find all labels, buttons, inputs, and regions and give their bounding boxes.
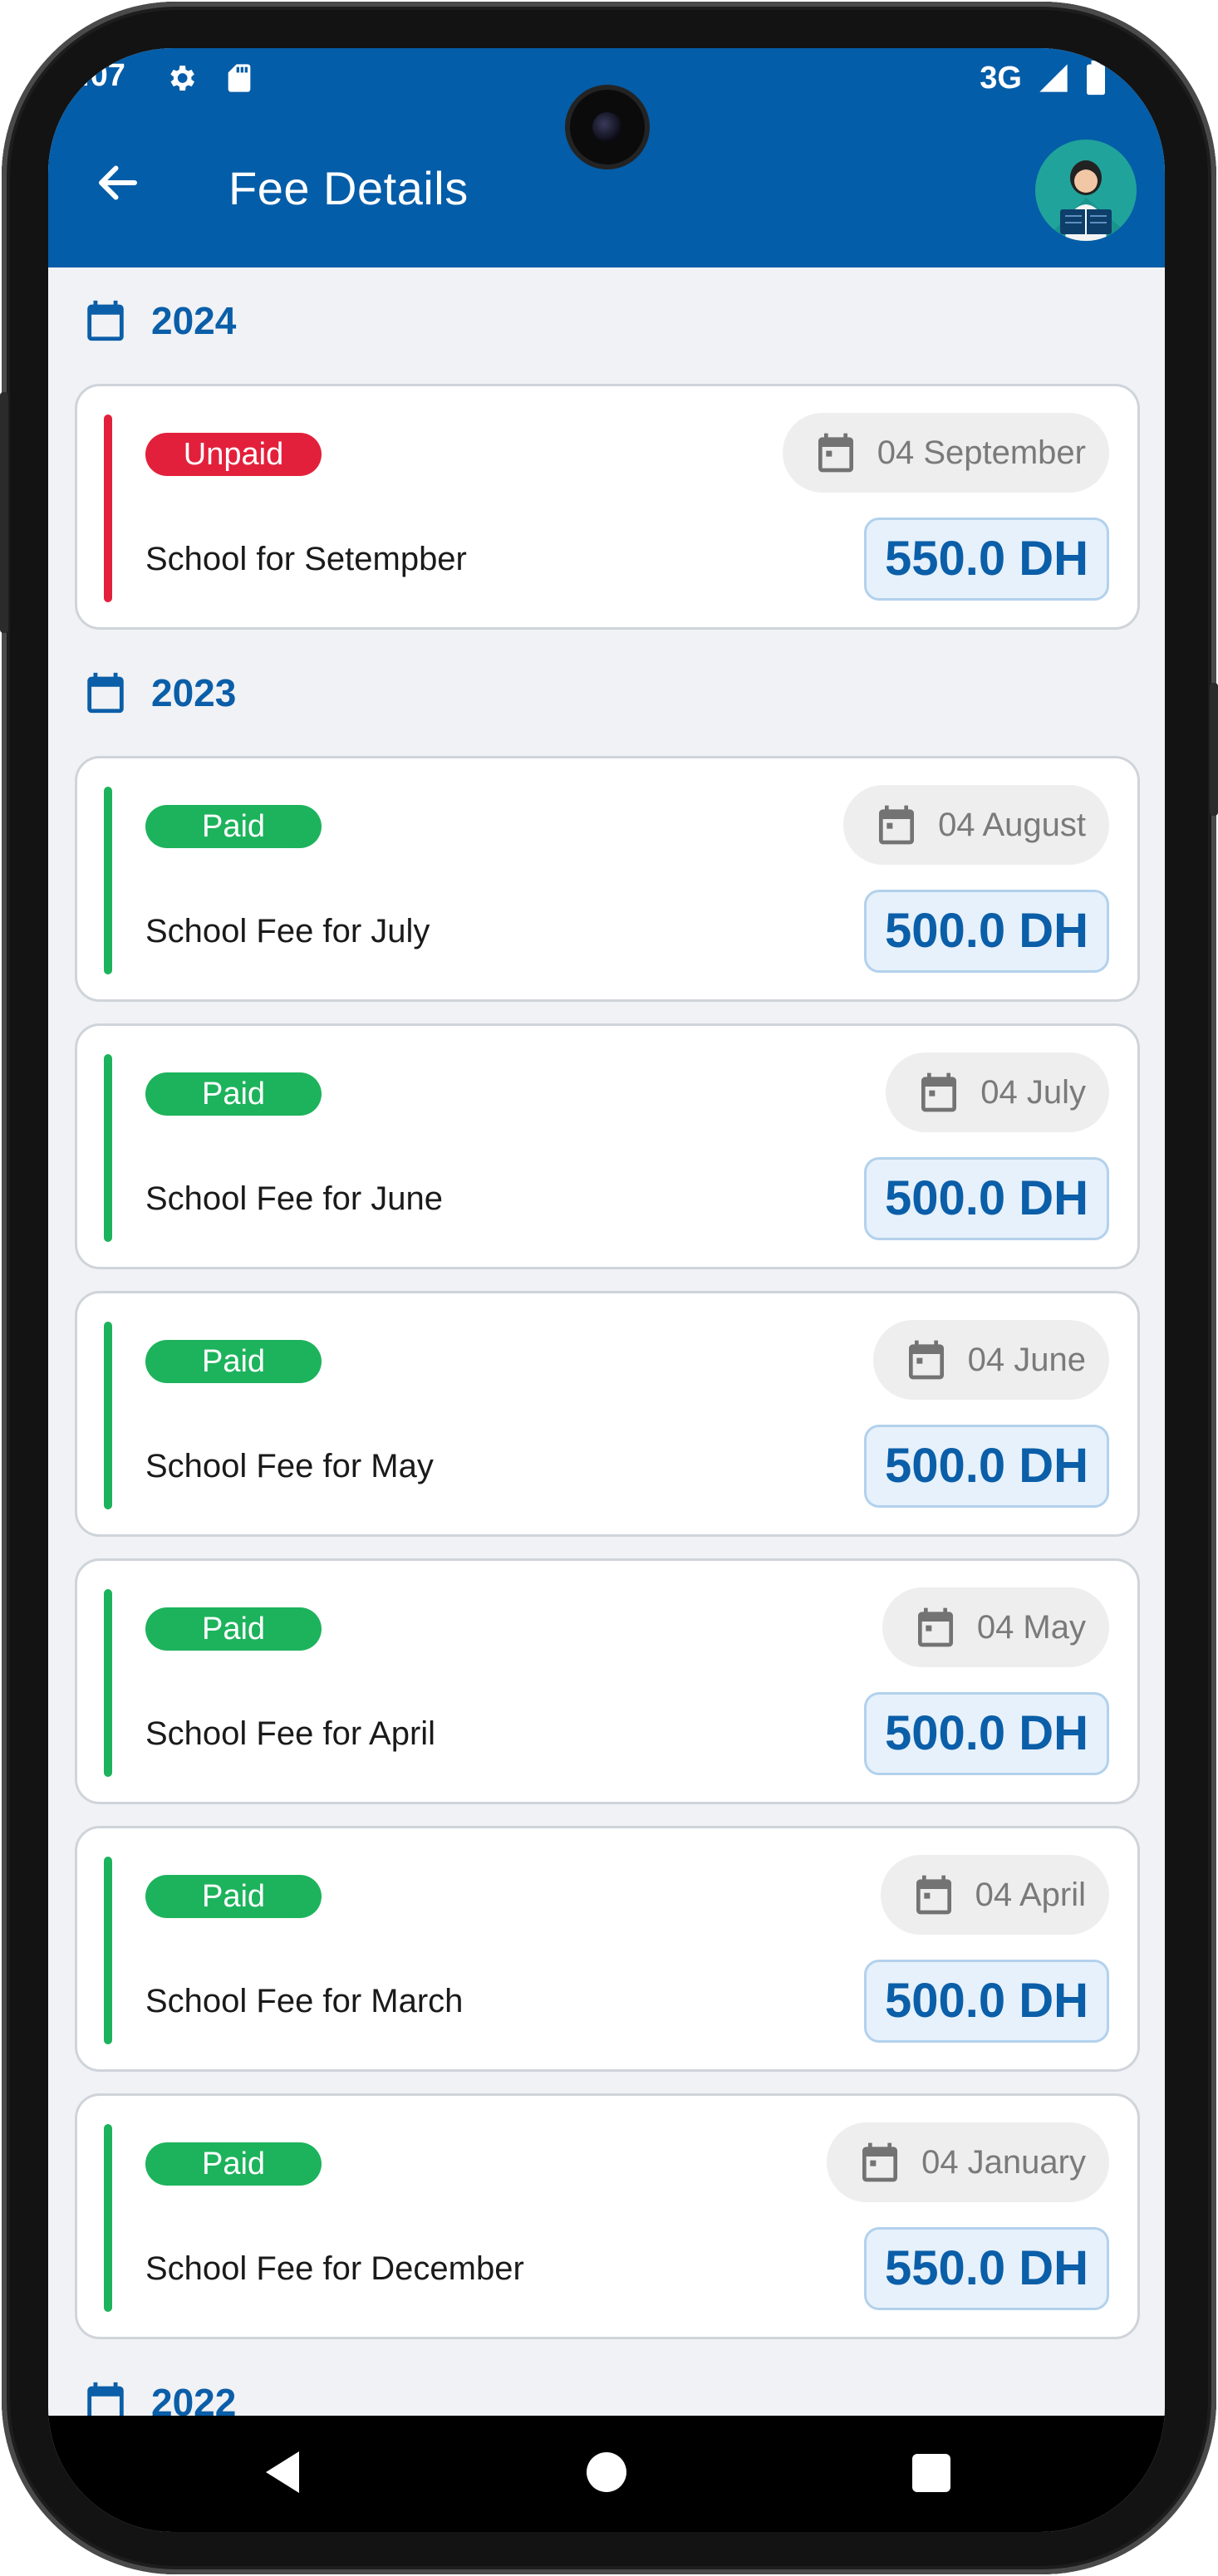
status-bar-indicator (104, 1589, 112, 1777)
network-type: 3G (980, 60, 1022, 96)
fee-amount: 500.0 DH (863, 1692, 1109, 1775)
app-bar: :07 3G Fee Details (48, 48, 1165, 267)
sd-card-icon (228, 64, 251, 92)
status-badge: Paid (145, 1607, 322, 1651)
calendar-icon (916, 1875, 951, 1915)
calendar-icon (917, 1607, 953, 1647)
status-time: :07 (80, 58, 125, 93)
page-title: Fee Details (228, 162, 469, 214)
fee-card[interactable]: Paid 04 May School Fee for April 500.0 D… (75, 1558, 1140, 1804)
date-chip: 04 January (827, 2122, 1109, 2202)
fee-amount: 500.0 DH (863, 1960, 1109, 2043)
status-right: 3G (980, 60, 1107, 96)
calendar-icon (908, 1340, 944, 1380)
date-chip: 04 August (843, 785, 1109, 865)
fee-amount: 500.0 DH (863, 1425, 1109, 1508)
calendar-icon (862, 2142, 898, 2182)
date-text: 04 April (975, 1876, 1086, 1913)
date-chip: 04 April (880, 1855, 1109, 1935)
avatar-icon[interactable] (1035, 140, 1137, 241)
avatar-illustration (1044, 160, 1137, 241)
fee-description: School Fee for June (145, 1180, 443, 1217)
fee-description: School Fee for March (145, 1983, 464, 2019)
fee-amount: 500.0 DH (863, 1157, 1109, 1240)
fee-card[interactable]: Paid 04 July School Fee for June 500.0 D… (75, 1023, 1140, 1269)
date-text: 04 August (938, 806, 1086, 843)
status-badge: Paid (145, 1340, 322, 1383)
fee-description: School Fee for July (145, 913, 430, 949)
settings-icon (170, 66, 194, 91)
status-bar-indicator (104, 415, 112, 602)
status-bar-indicator (104, 1322, 112, 1509)
calendar-icon (87, 672, 124, 714)
calendar-icon (818, 433, 853, 473)
nav-back-icon[interactable] (258, 2446, 307, 2499)
date-chip: 04 May (882, 1587, 1109, 1667)
volume-button (0, 392, 8, 633)
fee-description: School Fee for April (145, 1715, 436, 1752)
fee-card[interactable]: Unpaid 04 September School for Setempber… (75, 384, 1140, 630)
date-chip: 04 September (782, 413, 1109, 493)
status-badge: Unpaid (145, 433, 322, 476)
signal-icon (1039, 64, 1068, 92)
fee-card[interactable]: Paid 04 August School Fee for July 500.0… (75, 756, 1140, 1002)
nav-home-icon[interactable] (587, 2452, 626, 2492)
calendar-icon (879, 805, 915, 845)
screen: :07 3G Fee Details 2024 Unpaid 04 Septem… (48, 48, 1165, 2532)
year-header-2023: 2023 (81, 660, 236, 726)
phone-frame: :07 3G Fee Details 2024 Unpaid 04 Septem… (0, 2, 1218, 2574)
power-button (1210, 683, 1218, 816)
fee-amount: 550.0 DH (863, 518, 1109, 601)
fee-card[interactable]: Paid 04 June School Fee for May 500.0 DH (75, 1291, 1140, 1537)
battery-icon (1087, 60, 1105, 96)
front-camera (570, 90, 645, 164)
date-text: 04 July (980, 1073, 1086, 1111)
status-bar-indicator (104, 2124, 112, 2312)
year-label: 2023 (151, 671, 237, 714)
system-nav-bar (48, 2416, 1165, 2532)
year-label: 2024 (151, 299, 237, 342)
status-bar-indicator (104, 787, 112, 974)
status-badge: Paid (145, 1072, 322, 1116)
back-arrow-icon[interactable] (93, 158, 143, 208)
calendar-icon (921, 1072, 957, 1112)
fee-card[interactable]: Paid 04 January School Fee for December … (75, 2093, 1140, 2339)
calendar-icon (87, 300, 124, 341)
date-text: 04 May (976, 1608, 1086, 1646)
date-chip: 04 July (886, 1052, 1109, 1132)
status-badge: Paid (145, 1875, 322, 1918)
date-text: 04 January (921, 2143, 1086, 2181)
fee-amount: 500.0 DH (863, 890, 1109, 973)
nav-recents-icon[interactable] (912, 2454, 950, 2492)
status-bar-indicator (104, 1857, 112, 2044)
fee-card[interactable]: Paid 04 April School Fee for March 500.0… (75, 1826, 1140, 2072)
status-badge: Paid (145, 2142, 322, 2186)
date-text: 04 June (967, 1341, 1086, 1378)
fee-description: School Fee for May (145, 1448, 434, 1484)
fee-amount: 550.0 DH (863, 2227, 1109, 2310)
date-text: 04 September (877, 434, 1086, 471)
status-badge: Paid (145, 805, 322, 848)
date-chip: 04 June (872, 1320, 1109, 1400)
fee-description: School Fee for December (145, 2250, 524, 2287)
status-bar-indicator (104, 1054, 112, 1242)
fee-description: School for Setempber (145, 541, 467, 577)
year-header-2024: 2024 (81, 287, 236, 354)
